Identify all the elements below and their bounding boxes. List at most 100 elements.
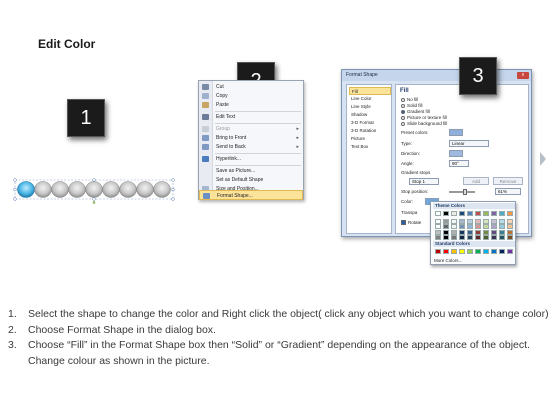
theme-color-swatch[interactable] [467,218,473,224]
picture-icon [202,168,209,174]
stop-select[interactable]: Stop 1 [409,178,439,185]
radio-icon [401,109,405,114]
theme-color-swatch[interactable] [459,229,465,235]
menu-item-paste[interactable]: Paste [199,100,303,110]
theme-color-swatch[interactable] [475,218,481,224]
theme-color-swatch[interactable] [459,235,465,240]
standard-color-swatch[interactable] [475,249,481,254]
rotate-checkbox[interactable]: Rotate [401,219,421,226]
menu-item-format-shape[interactable]: Format Shape... [199,190,303,200]
theme-color-swatch[interactable] [483,224,489,229]
standard-color-swatch[interactable] [451,249,457,254]
theme-color-swatch[interactable] [459,211,465,216]
shape-chain[interactable] [6,176,176,204]
menu-item-hyperlink[interactable]: Hyperlink... [199,154,303,164]
more-colors-button[interactable]: More Colors... [434,258,462,264]
standard-color-swatch[interactable] [507,249,513,254]
nav-item-3d-rotation[interactable]: 3-D Rotation [349,127,391,135]
stop-position-input[interactable]: 61% [495,188,521,195]
color-palette: Theme Colors Standard Colors More Colors… [430,201,516,265]
add-stop-button[interactable]: Add [463,177,489,185]
radio-slide-background-fill[interactable]: Slide background fill [401,121,447,127]
theme-color-swatch[interactable] [467,211,473,216]
theme-color-swatch[interactable] [435,224,441,229]
theme-color-swatch[interactable] [507,224,513,229]
theme-color-swatch[interactable] [475,211,481,216]
close-button[interactable]: x [517,72,529,79]
theme-color-swatch[interactable] [451,218,457,224]
theme-color-swatch[interactable] [467,224,473,229]
type-select[interactable]: Linear [449,140,489,147]
format-shape-icon [203,193,210,199]
theme-color-swatch[interactable] [483,218,489,224]
theme-color-swatch[interactable] [475,229,481,235]
theme-color-swatch[interactable] [451,224,457,229]
theme-color-swatch[interactable] [491,211,497,216]
theme-color-swatch[interactable] [499,218,505,224]
bead-1[interactable] [17,181,35,198]
theme-color-swatch[interactable] [507,218,513,224]
menu-item-send-to-back[interactable]: Send to Back ▸ [199,142,303,152]
theme-color-swatch[interactable] [483,211,489,216]
theme-color-swatch[interactable] [459,224,465,229]
standard-color-swatch[interactable] [443,249,449,254]
theme-color-swatch[interactable] [499,211,505,216]
standard-color-swatch[interactable] [435,249,441,254]
theme-color-swatch[interactable] [451,235,457,240]
preset-colors-dropdown[interactable] [449,129,463,136]
remove-stop-button[interactable]: Remove [493,177,523,185]
direction-dropdown[interactable] [449,150,463,157]
theme-color-swatch[interactable] [499,224,505,229]
menu-item-edit-text[interactable]: Edit Text [199,112,303,122]
theme-color-swatch[interactable] [443,224,449,229]
standard-color-swatch[interactable] [499,249,505,254]
theme-color-swatch[interactable] [507,235,513,240]
standard-color-swatch[interactable] [483,249,489,254]
standard-color-swatch[interactable] [467,249,473,254]
theme-color-swatch[interactable] [491,224,497,229]
theme-color-swatch[interactable] [435,229,441,235]
theme-color-swatch[interactable] [467,229,473,235]
checkbox-icon [401,220,406,226]
nav-item-fill[interactable]: Fill [349,87,391,95]
theme-color-swatch[interactable] [475,224,481,229]
theme-color-swatch[interactable] [459,218,465,224]
group-icon [202,126,209,132]
nav-item-line-color[interactable]: Line Color [349,95,391,103]
theme-color-swatch[interactable] [507,211,513,216]
theme-color-swatch[interactable] [435,235,441,240]
slider-knob[interactable] [463,189,467,195]
theme-color-swatch[interactable] [435,211,441,216]
step-3-badge: 3 [459,57,497,95]
theme-color-swatch[interactable] [491,229,497,235]
theme-color-swatch[interactable] [507,229,513,235]
theme-color-swatch[interactable] [483,229,489,235]
theme-color-swatch[interactable] [475,235,481,240]
instruction-item: 3. Choose “Fill” in the Format Shape box … [8,339,530,367]
theme-color-swatch[interactable] [499,235,505,240]
theme-color-swatch[interactable] [451,229,457,235]
color-label: Color: [401,199,414,204]
standard-color-swatch[interactable] [459,249,465,254]
theme-color-swatch[interactable] [443,235,449,240]
theme-color-swatch[interactable] [443,218,449,224]
stop-position-slider[interactable] [449,189,475,195]
nav-item-text-box[interactable]: Text Box [349,143,391,151]
theme-color-swatch[interactable] [491,218,497,224]
nav-item-shadow[interactable]: Shadow [349,111,391,119]
scissors-icon [202,84,209,90]
theme-color-swatch[interactable] [491,235,497,240]
theme-color-swatch[interactable] [443,229,449,235]
nav-item-3d-format[interactable]: 3-D Format [349,119,391,127]
nav-item-picture[interactable]: Picture [349,135,391,143]
theme-color-swatch[interactable] [443,211,449,216]
theme-color-swatch[interactable] [499,229,505,235]
theme-color-swatch[interactable] [435,218,441,224]
theme-color-swatch[interactable] [451,211,457,216]
angle-input[interactable]: 90° [449,160,469,167]
standard-color-swatch[interactable] [491,249,497,254]
theme-color-swatch[interactable] [483,235,489,240]
nav-item-line-style[interactable]: Line Style [349,103,391,111]
edit-text-icon [202,114,209,120]
theme-color-swatch[interactable] [467,235,473,240]
